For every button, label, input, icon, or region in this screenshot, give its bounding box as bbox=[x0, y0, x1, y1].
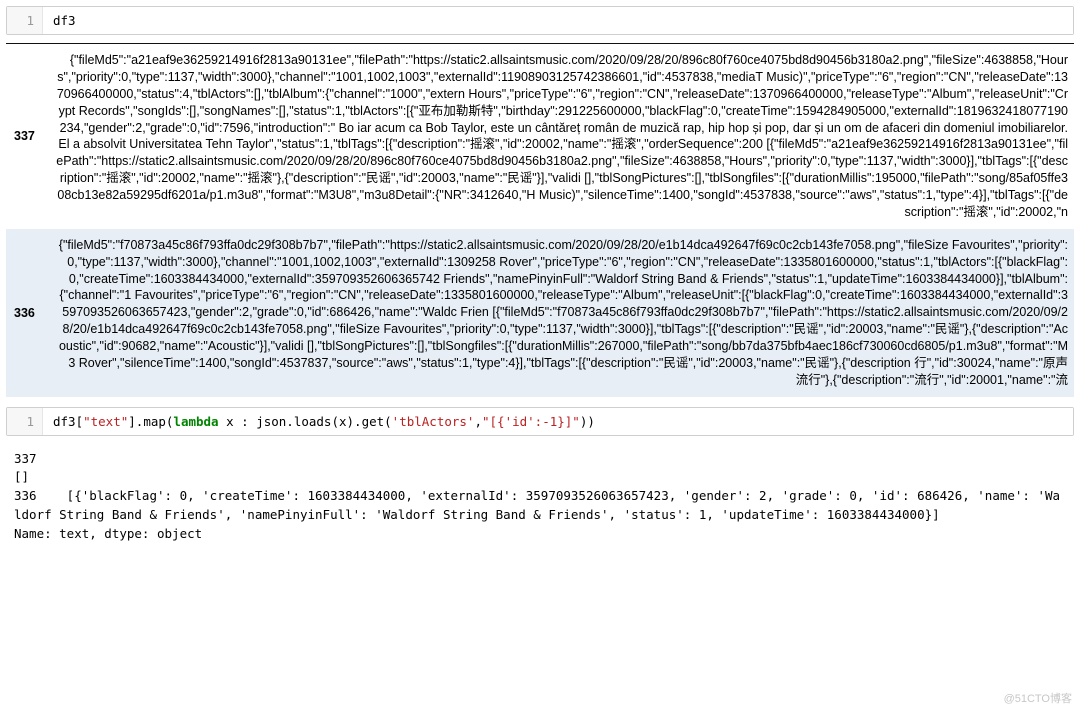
watermark: @51CTO博客 bbox=[1004, 690, 1072, 706]
dataframe-output: 337{"fileMd5":"a21eaf9e36259214916f2813a… bbox=[6, 43, 1074, 397]
code-input[interactable]: df3 bbox=[43, 7, 1073, 34]
dataframe-table: 337{"fileMd5":"a21eaf9e36259214916f2813a… bbox=[6, 43, 1074, 397]
code-input[interactable]: df3["text"].map(lambda x : json.loads(x)… bbox=[43, 408, 1073, 435]
row-text: {"fileMd5":"f70873a45c86f793ffa0dc29f308… bbox=[50, 229, 1074, 397]
code-cell-1[interactable]: 1 df3 bbox=[6, 6, 1074, 35]
table-row: 336{"fileMd5":"f70873a45c86f793ffa0dc29f… bbox=[6, 229, 1074, 397]
text-output: 337 [] 336 [{'blackFlag': 0, 'createTime… bbox=[6, 444, 1074, 546]
line-number: 1 bbox=[7, 408, 43, 435]
row-index: 336 bbox=[6, 229, 50, 397]
row-text: {"fileMd5":"a21eaf9e36259214916f2813a901… bbox=[50, 44, 1074, 229]
line-number: 1 bbox=[7, 7, 43, 34]
row-index: 337 bbox=[6, 44, 50, 229]
code-cell-2[interactable]: 1 df3["text"].map(lambda x : json.loads(… bbox=[6, 407, 1074, 436]
table-row: 337{"fileMd5":"a21eaf9e36259214916f2813a… bbox=[6, 44, 1074, 229]
